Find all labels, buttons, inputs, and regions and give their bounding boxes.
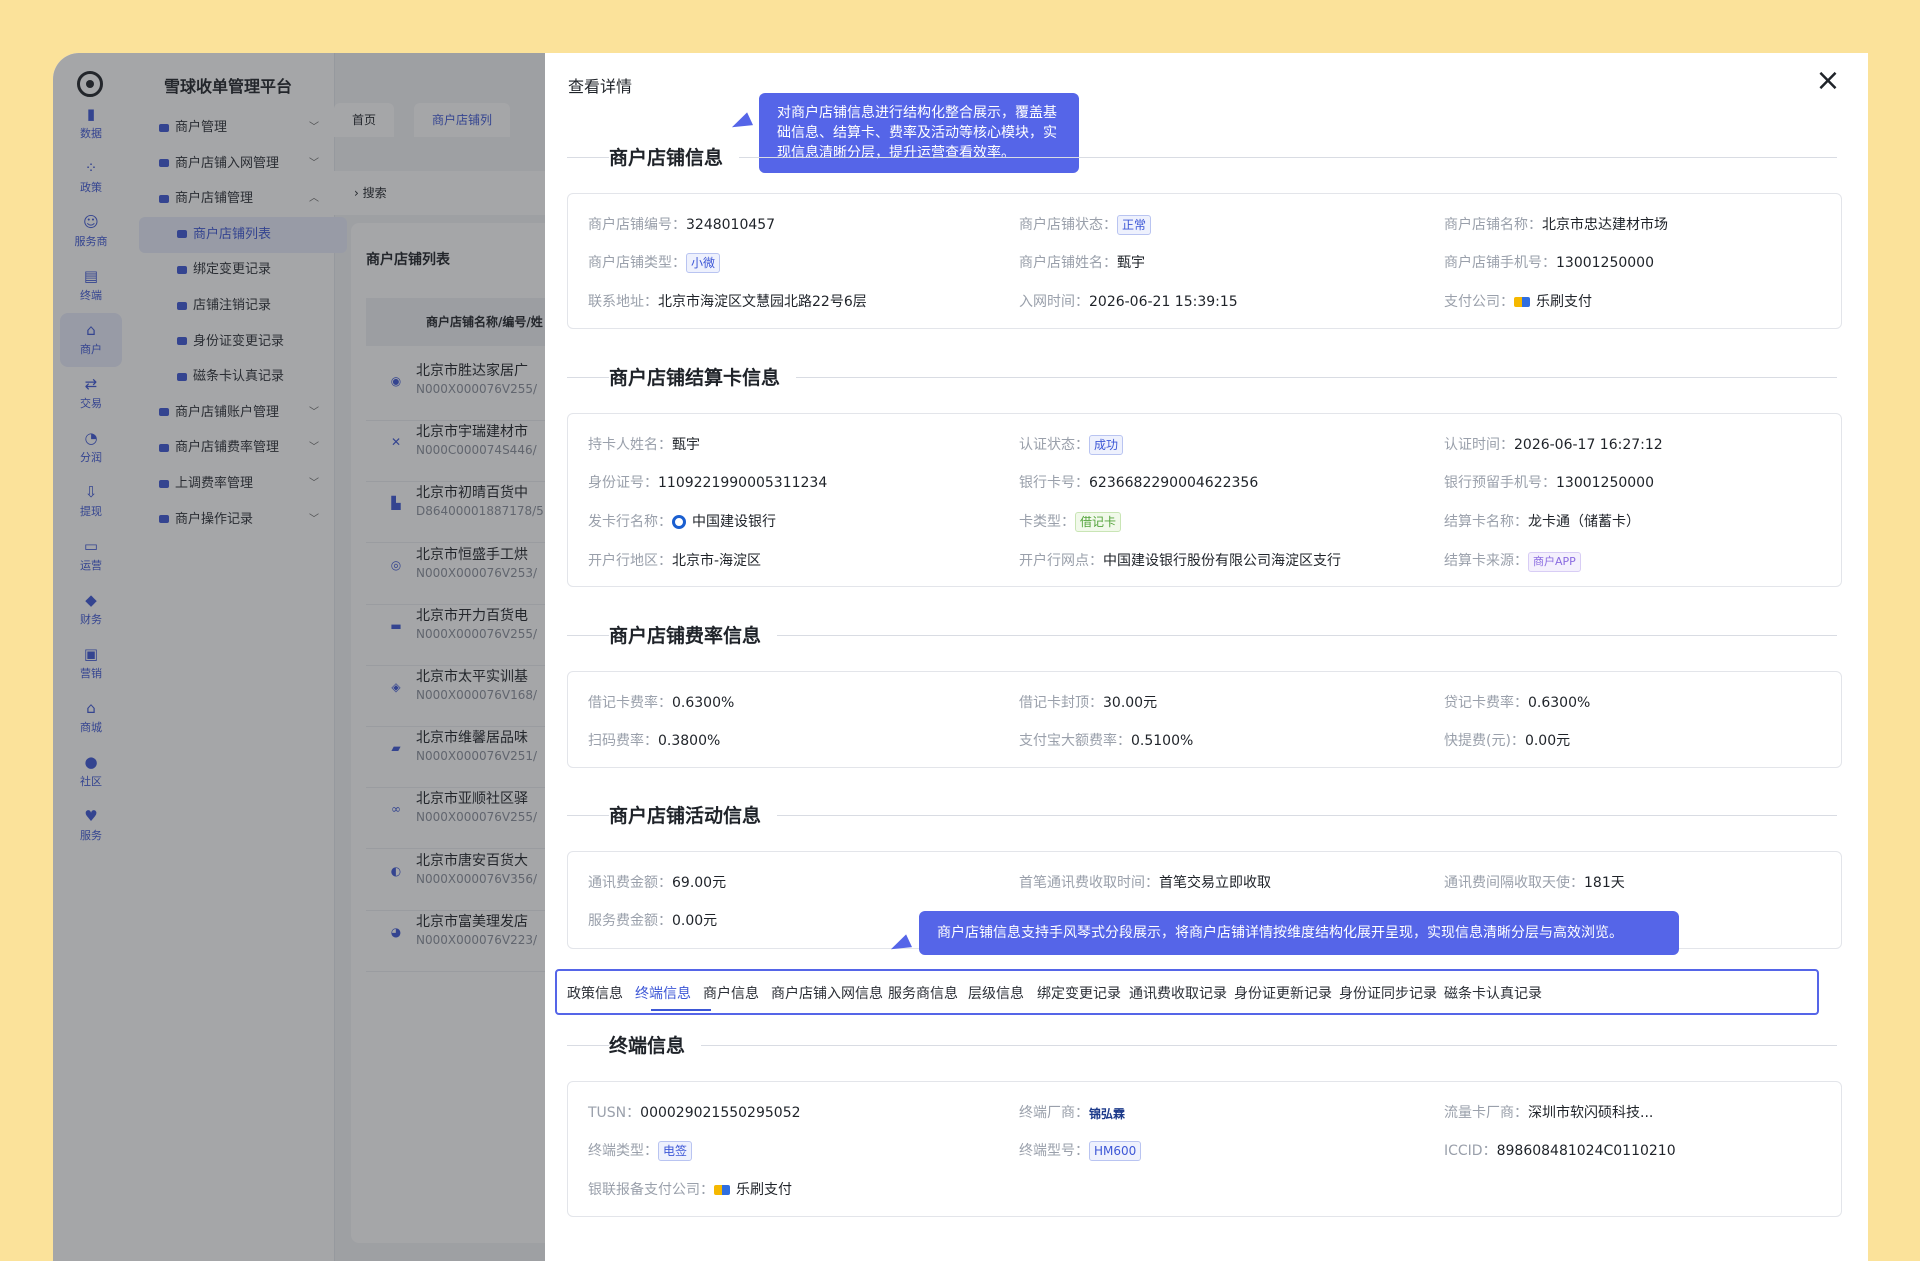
field-flow-card: 流量卡厂商：深圳市软闪硕科技... — [1444, 1105, 1654, 1121]
tab-4[interactable]: 服务商信息 — [888, 983, 958, 1003]
field-owner: 商户店铺姓名：甄宇 — [1019, 255, 1145, 271]
section-terminal: 终端信息 — [567, 1031, 1837, 1061]
field-branch: 开户行网点：中国建设银行股份有限公司海淀区支行 — [1019, 553, 1341, 569]
tab-5[interactable]: 层级信息 — [968, 983, 1024, 1003]
section-settlement: 商户店铺结算卡信息 — [567, 363, 1837, 393]
field-holder: 持卡人姓名：甄宇 — [588, 437, 700, 453]
field-phone: 商户店铺手机号：13001250000 — [1444, 255, 1654, 271]
field-tusn: TUSN：000029021550295052 — [588, 1105, 801, 1121]
field-scan-rate: 扫码费率：0.3800% — [588, 733, 721, 749]
field-bank-phone: 银行预留手机号：13001250000 — [1444, 475, 1654, 491]
section-store-info: 商户店铺信息 — [567, 143, 1837, 173]
field-alipay-rate: 支付宝大额费率：0.5100% — [1019, 733, 1194, 749]
section-title: 商户店铺费率信息 — [609, 621, 778, 648]
section-title: 商户店铺结算卡信息 — [609, 363, 797, 390]
field-id: 身份证号：1109221990005311234 — [588, 475, 828, 491]
pay-logo-icon — [714, 1185, 730, 1195]
drawer-title: 查看详情 — [568, 77, 633, 96]
field-store-status: 商户店铺状态： 正常 — [1019, 214, 1152, 235]
tab-7[interactable]: 通讯费收取记录 — [1129, 983, 1227, 1003]
field-auth-status: 认证状态： 成功 — [1019, 434, 1124, 455]
field-store-type: 商户店铺类型： 小微 — [588, 252, 721, 273]
field-card-type: 卡类型： 借记卡 — [1019, 511, 1122, 532]
ccb-logo-icon — [672, 515, 686, 529]
field-area: 开户行地区：北京市-海淀区 — [588, 553, 762, 569]
field-interval: 通讯费间隔收取天使：181天 — [1444, 875, 1625, 891]
field-maker: 终端厂商：锦弘霖 — [1019, 1105, 1126, 1121]
detail-tabs: 政策信息 终端信息 商户信息 商户店铺入网信息 服务商信息 层级信息 绑定变更记录 通讯费收取… — [555, 969, 1819, 1015]
field-debit-rate: 借记卡费率：0.6300% — [588, 695, 735, 711]
field-comm-fee: 通讯费金额：69.00元 — [588, 875, 727, 891]
rate-card: 借记卡费率：0.6300% 借记卡封顶：30.00元 贷记卡费率：0.6300%… — [567, 671, 1842, 768]
field-store-name: 商户店铺名称：北京市忠达建材市场 — [1444, 217, 1668, 233]
type-badge: 小微 — [686, 253, 721, 273]
tab-10[interactable]: 磁条卡认真记录 — [1444, 983, 1542, 1003]
pay-logo-icon — [1514, 297, 1530, 307]
field-iccid: ICCID：898608481024C0110210 — [1444, 1143, 1676, 1159]
field-bank: 发卡行名称： 中国建设银行 — [588, 514, 776, 530]
field-address: 联系地址：北京市海淀区文慧园北路22号6层 — [588, 294, 867, 310]
section-activity: 商户店铺活动信息 — [567, 801, 1837, 831]
active-tab-underline — [651, 1009, 711, 1011]
section-title: 商户店铺信息 — [609, 143, 740, 170]
field-first-charge: 首笔通讯费收取时间：首笔交易立即收取 — [1019, 875, 1271, 891]
status-badge: 正常 — [1117, 215, 1152, 235]
field-store-no: 商户店铺编号：3248010457 — [588, 217, 776, 233]
settlement-card: 持卡人姓名：甄宇 认证状态： 成功 认证时间：2026-06-17 16:27:1… — [567, 413, 1842, 587]
tooltip-arrow-icon — [728, 112, 754, 134]
field-card-name: 结算卡名称：龙卡通（储蓄卡） — [1444, 514, 1640, 530]
section-title: 终端信息 — [609, 1031, 702, 1058]
field-card-source: 结算卡来源： 商户APP — [1444, 550, 1581, 572]
field-terminal-type: 终端类型： 电签 — [588, 1140, 693, 1161]
tab-9[interactable]: 身份证同步记录 — [1339, 983, 1437, 1003]
tab-1[interactable]: 终端信息 — [635, 983, 691, 1003]
field-union-pay: 银联报备支付公司： 乐刷支付 — [588, 1182, 792, 1198]
tab-8[interactable]: 身份证更新记录 — [1234, 983, 1332, 1003]
field-join-time: 入网时间：2026-06-21 15:39:15 — [1019, 294, 1238, 310]
close-icon[interactable]: × — [1814, 66, 1842, 96]
tab-3[interactable]: 商户店铺入网信息 — [771, 983, 883, 1003]
field-fast-fee: 快提费(元)：0.00元 — [1444, 733, 1571, 749]
tab-0[interactable]: 政策信息 — [567, 983, 623, 1003]
section-title: 商户店铺活动信息 — [609, 801, 778, 828]
maker-logo: 锦弘霖 — [1089, 1106, 1126, 1121]
field-credit-rate: 贷记卡费率：0.6300% — [1444, 695, 1591, 711]
tab-2[interactable]: 商户信息 — [703, 983, 759, 1003]
field-auth-time: 认证时间：2026-06-17 16:27:12 — [1444, 437, 1663, 453]
auth-badge: 成功 — [1089, 435, 1124, 455]
field-model: 终端型号： HM600 — [1019, 1140, 1142, 1161]
terminal-type-badge: 电签 — [658, 1141, 693, 1161]
tooltip-accordion: 商户店铺信息支持手风琴式分段展示，将商户店铺详情按维度结构化展开呈现，实现信息清… — [919, 911, 1679, 955]
field-pay-company: 支付公司： 乐刷支付 — [1444, 294, 1592, 310]
terminal-card: TUSN：000029021550295052 终端厂商：锦弘霖 流量卡厂商：深… — [567, 1081, 1842, 1217]
model-badge: HM600 — [1089, 1141, 1142, 1161]
card-type-badge: 借记卡 — [1075, 512, 1122, 532]
field-service-fee: 服务费金额：0.00元 — [588, 913, 718, 929]
tab-6[interactable]: 绑定变更记录 — [1037, 983, 1121, 1003]
field-debit-cap: 借记卡封顶：30.00元 — [1019, 695, 1158, 711]
field-card-no: 银行卡号：6236682290004622356 — [1019, 475, 1259, 491]
store-info-card: 商户店铺编号：3248010457 商户店铺状态： 正常 商户店铺名称：北京市忠达… — [567, 193, 1842, 329]
source-badge: 商户APP — [1528, 552, 1581, 572]
section-rate: 商户店铺费率信息 — [567, 621, 1837, 651]
detail-drawer: 查看详情 × 对商户店铺信息进行结构化整合展示，覆盖基础信息、结算卡、费率及活动… — [545, 53, 1868, 1261]
